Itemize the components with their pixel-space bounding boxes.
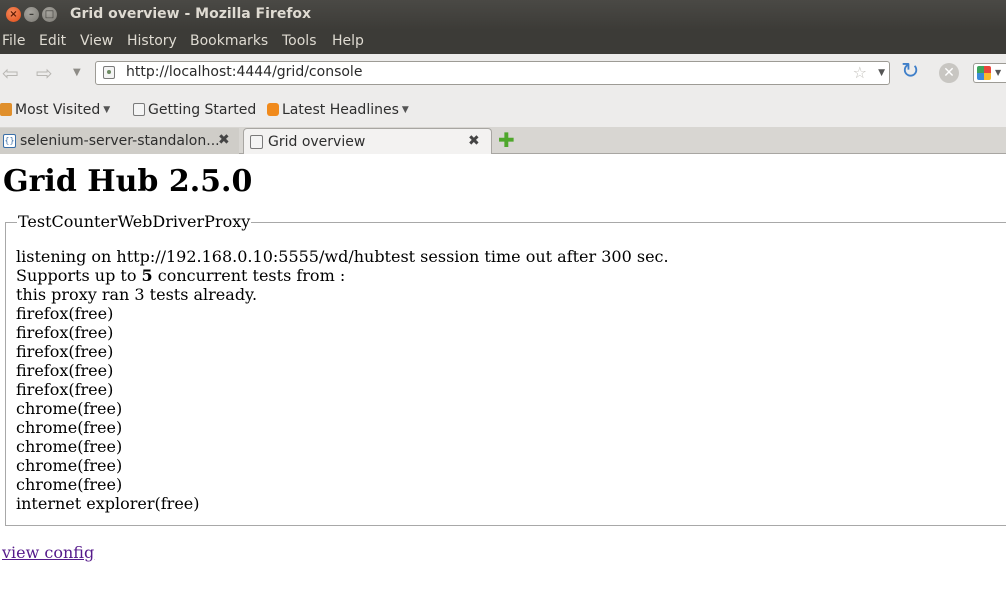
tab-label: selenium-server-standalon... — [20, 133, 220, 149]
bookmark-star-icon[interactable]: ☆ — [853, 63, 867, 82]
bookmark-most-visited[interactable]: Most Visited ▼ — [0, 102, 110, 118]
new-tab-plus-icon[interactable]: ✚ — [498, 130, 515, 150]
menu-bar: File Edit View History Bookmarks Tools H… — [0, 30, 1006, 54]
navigation-toolbar: ⇦ ⇨ ▼ http://localhost:4444/grid/console… — [0, 54, 1006, 94]
menu-view[interactable]: View — [80, 33, 113, 49]
max-concurrent-value: 5 — [141, 266, 153, 285]
history-dropdown-icon[interactable]: ▼ — [73, 67, 81, 78]
browser-slot: firefox(free) — [16, 304, 114, 323]
window-maximize-button[interactable]: □ — [42, 7, 57, 22]
search-engine-selector[interactable]: ▼ — [973, 63, 1006, 83]
menu-file[interactable]: File — [2, 33, 25, 49]
window-minimize-button[interactable]: – — [24, 7, 39, 22]
page-title: Grid Hub 2.5.0 — [3, 164, 253, 199]
tab-selenium-server[interactable]: {} selenium-server-standalon... ✖ — [0, 128, 239, 154]
browser-slot: chrome(free) — [16, 475, 123, 494]
bookmark-label: Most Visited — [15, 102, 101, 118]
ran-tests-info: this proxy ran 3 tests already. — [16, 285, 258, 304]
browser-slot: firefox(free) — [16, 342, 114, 361]
window-titlebar: × – □ Grid overview - Mozilla Firefox — [0, 0, 1006, 30]
window-close-button[interactable]: × — [6, 7, 21, 22]
url-bar[interactable]: http://localhost:4444/grid/console ☆ ▼ — [95, 61, 890, 85]
page-content: Grid Hub 2.5.0 TestCounterWebDriverProxy… — [0, 154, 1006, 607]
window-title: Grid overview - Mozilla Firefox — [70, 6, 312, 22]
browser-slot: chrome(free) — [16, 399, 123, 418]
tab-strip: {} selenium-server-standalon... ✖ Grid o… — [0, 127, 1006, 154]
folder-icon — [0, 103, 12, 116]
bookmarks-toolbar: Most Visited ▼ Getting Started Latest Hea… — [0, 94, 1006, 127]
proxy-legend: TestCounterWebDriverProxy — [17, 212, 252, 231]
url-dropdown-icon[interactable]: ▼ — [878, 68, 885, 78]
tab-label: Grid overview — [268, 134, 366, 150]
bookmark-label: Latest Headlines — [282, 102, 399, 118]
back-arrow-icon[interactable]: ⇦ — [2, 63, 19, 83]
stop-icon[interactable]: ✕ — [939, 63, 959, 83]
tab-grid-overview[interactable]: Grid overview ✖ — [243, 128, 492, 154]
close-tab-icon[interactable]: ✖ — [468, 133, 480, 149]
bookmark-latest-headlines[interactable]: Latest Headlines ▼ — [267, 102, 409, 118]
browser-slot: firefox(free) — [16, 361, 114, 380]
browser-slot: internet explorer(free) — [16, 494, 200, 513]
browser-slot: firefox(free) — [16, 380, 114, 399]
proxy-details: listening on http://192.168.0.10:5555/wd… — [16, 247, 669, 513]
browser-slot: chrome(free) — [16, 456, 123, 475]
browser-slot: chrome(free) — [16, 418, 123, 437]
site-identity-icon[interactable] — [103, 66, 115, 79]
google-logo-icon — [977, 66, 991, 80]
menu-history[interactable]: History — [127, 33, 177, 49]
view-config-link[interactable]: view config — [2, 543, 94, 562]
menu-bookmarks[interactable]: Bookmarks — [190, 33, 268, 49]
page-icon — [250, 135, 263, 149]
menu-help[interactable]: Help — [332, 33, 364, 49]
proxy-fieldset: TestCounterWebDriverProxy listening on h… — [5, 212, 1006, 526]
listening-info: listening on http://192.168.0.10:5555/wd… — [16, 247, 669, 266]
chevron-down-icon: ▼ — [103, 105, 111, 115]
browser-slot: firefox(free) — [16, 323, 114, 342]
url-text[interactable]: http://localhost:4444/grid/console — [126, 64, 362, 80]
bookmark-label: Getting Started — [148, 102, 257, 118]
chevron-down-icon: ▼ — [401, 105, 409, 115]
rss-feed-icon — [267, 103, 279, 116]
supports-info: Supports up to 5 concurrent tests from : — [16, 266, 346, 285]
bookmark-getting-started[interactable]: Getting Started — [133, 102, 256, 118]
search-engine-dropdown-icon[interactable]: ▼ — [995, 68, 1001, 77]
page-icon — [133, 103, 145, 116]
close-tab-icon[interactable]: ✖ — [218, 132, 230, 148]
reload-icon[interactable]: ↻ — [901, 61, 919, 83]
menu-tools[interactable]: Tools — [282, 33, 317, 49]
browser-slot: chrome(free) — [16, 437, 123, 456]
json-file-icon: {} — [3, 134, 16, 148]
forward-arrow-icon[interactable]: ⇨ — [36, 63, 53, 83]
menu-edit[interactable]: Edit — [39, 33, 66, 49]
